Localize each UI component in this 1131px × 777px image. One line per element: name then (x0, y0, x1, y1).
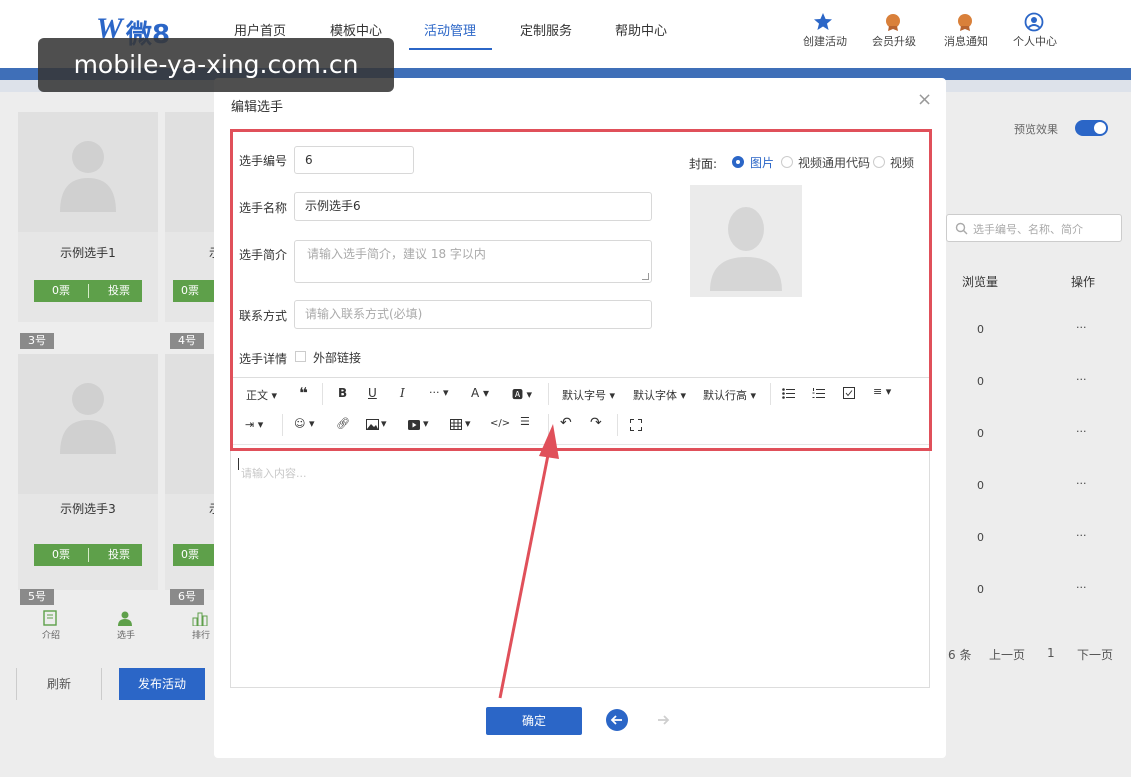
contestant-photo (18, 112, 158, 232)
member-upgrade-label[interactable]: 会员升级 (872, 33, 916, 49)
vote-count: 0票 (181, 548, 199, 561)
vote-bar[interactable]: 0票 投票 (34, 280, 142, 302)
vote-bar[interactable]: 0票 (173, 544, 214, 566)
watermark: mobile-ya-xing.com.cn (38, 38, 394, 92)
column-views: 浏览量 (962, 275, 999, 289)
person-silhouette-icon (60, 141, 116, 212)
tab-contestants-label[interactable]: 选手 (117, 628, 135, 641)
contestant-photo (165, 354, 214, 494)
modal-title: 编辑选手 (231, 100, 284, 115)
number-tag: 6号 (170, 589, 204, 605)
number-tag: 4号 (170, 333, 204, 349)
contestant-photo (165, 112, 214, 232)
tab-intro-label[interactable]: 介绍 (42, 628, 60, 641)
column-actions: 操作 (1071, 275, 1096, 289)
nav-help-center[interactable]: 帮助中心 (615, 20, 667, 39)
close-icon[interactable]: × (917, 89, 932, 110)
vote-count: 0票 (52, 548, 70, 561)
contestant-search-input[interactable]: 选手编号、名称、简介 (946, 214, 1122, 242)
more-actions-button[interactable]: ··· (1076, 477, 1087, 490)
contestant-card-partial[interactable]: 示 0票 (165, 354, 221, 590)
vote-divider (88, 548, 89, 562)
vote-bar[interactable]: 0票 (173, 280, 214, 302)
medal-icon[interactable] (883, 12, 903, 32)
previous-contestant-button[interactable] (606, 709, 628, 731)
refresh-button[interactable]: 刷新 (16, 668, 102, 700)
more-actions-button[interactable]: ··· (1076, 529, 1087, 542)
vote-bar[interactable]: 0票 投票 (34, 544, 142, 566)
views-cell: 0 (977, 479, 984, 492)
views-cell: 0 (977, 531, 984, 544)
pagination-page[interactable]: 1 (1047, 646, 1055, 660)
arrow-left-icon (610, 715, 622, 725)
contestant-card[interactable]: 示例选手1 0票 投票 (18, 112, 158, 322)
tab-ranking-label[interactable]: 排行 (192, 628, 210, 641)
pagination-total: 6 条 (948, 648, 972, 662)
nav-template-center[interactable]: 模板中心 (330, 20, 382, 39)
contestant-name: 示例选手3 (60, 502, 116, 516)
contestant-photo (18, 354, 158, 494)
vote-divider (88, 284, 89, 298)
search-icon (955, 222, 968, 235)
confirm-button[interactable]: 确定 (486, 707, 582, 735)
more-actions-button[interactable]: ··· (1076, 425, 1087, 438)
bell-medal-icon[interactable] (955, 12, 975, 32)
create-activity-label[interactable]: 创建活动 (803, 33, 847, 49)
views-cell: 0 (977, 375, 984, 388)
views-cell: 0 (977, 323, 984, 336)
preview-label: 预览效果 (1014, 123, 1058, 136)
pagination-next[interactable]: 下一页 (1077, 646, 1113, 663)
contestant-card-partial[interactable]: 示 0票 (165, 112, 221, 322)
more-actions-button[interactable]: ··· (1076, 581, 1087, 594)
vote-count: 0票 (52, 284, 70, 297)
nav-activity-management[interactable]: 活动管理 (424, 20, 476, 39)
nav-user-home[interactable]: 用户首页 (234, 20, 286, 39)
notifications-label[interactable]: 消息通知 (944, 33, 988, 49)
editor-placeholder: 请输入内容... (241, 467, 307, 480)
user-circle-icon[interactable] (1024, 12, 1044, 32)
user-icon[interactable] (117, 610, 133, 626)
contestant-card[interactable]: 示例选手3 0票 投票 (18, 354, 158, 590)
vote-button[interactable]: 投票 (108, 280, 130, 302)
views-cell: 0 (977, 583, 984, 596)
personal-center-label[interactable]: 个人中心 (1013, 33, 1057, 49)
more-actions-button[interactable]: ··· (1076, 373, 1087, 386)
text-caret (238, 458, 239, 470)
nav-custom-service[interactable]: 定制服务 (520, 20, 572, 39)
star-icon[interactable] (813, 12, 833, 32)
views-cell: 0 (977, 427, 984, 440)
ranking-icon[interactable] (192, 610, 208, 626)
more-actions-button[interactable]: ··· (1076, 321, 1087, 334)
vote-button[interactable]: 投票 (108, 544, 130, 566)
contestant-name: 示例选手1 (60, 246, 116, 260)
number-tag: 3号 (20, 333, 54, 349)
pagination-prev[interactable]: 上一页 (989, 646, 1025, 663)
preview-toggle[interactable] (1075, 120, 1108, 136)
person-silhouette-icon (60, 383, 116, 454)
highlight-box (230, 129, 932, 451)
intro-icon[interactable] (42, 610, 58, 626)
vote-count: 0票 (181, 284, 199, 297)
number-tag: 5号 (20, 589, 54, 605)
arrow-right-icon (658, 715, 670, 725)
next-contestant-button[interactable] (652, 709, 674, 731)
publish-activity-button[interactable]: 发布活动 (119, 668, 205, 700)
nav-active-underline (409, 48, 492, 50)
search-placeholder: 选手编号、名称、简介 (973, 223, 1083, 236)
